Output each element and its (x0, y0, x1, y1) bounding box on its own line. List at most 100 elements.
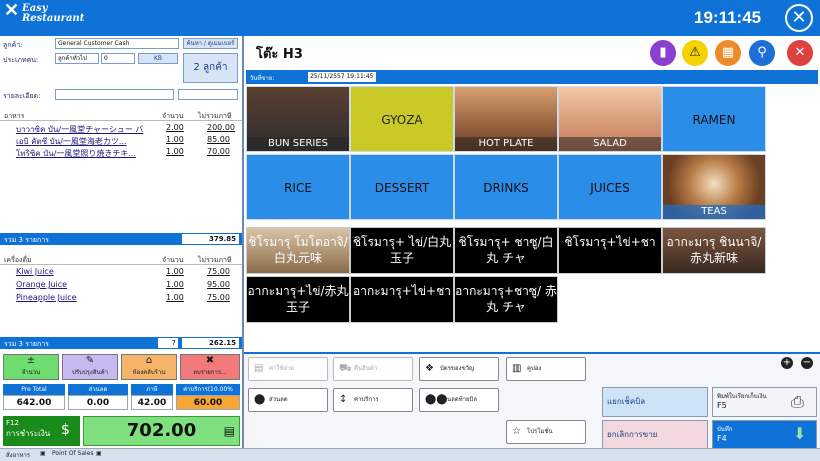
drink-item-qty: 1.00 (166, 293, 184, 302)
delete-item-button[interactable]: ✖ ลบรายการ... (180, 354, 240, 380)
plus-icon[interactable]: + (781, 357, 793, 369)
food-row[interactable]: บาวาซิค บัน/一風堂チャーシュー バ 2.00 200.00 (0, 123, 242, 134)
money-bag-icon: $ (61, 422, 70, 438)
tax-value: 42.00 (131, 395, 173, 410)
drink-row[interactable]: Orange Juice 1.00 95.00 (0, 280, 242, 291)
coupon-icon: ▥ (512, 363, 522, 374)
category-bun-series[interactable]: BUN SERIES (246, 86, 350, 152)
payment-button[interactable]: F12 การชำระเงิน $ (3, 416, 80, 446)
chart-icon[interactable]: ▮ (650, 40, 676, 66)
star-icon: ☆ (512, 426, 521, 437)
category-teas[interactable]: TEAS (662, 154, 766, 220)
gift-card-label: บัตรของขวัญ (440, 365, 475, 372)
food-summary-total: 379.85 (182, 234, 239, 244)
kb-button[interactable]: KB (138, 53, 178, 64)
status-order-tab[interactable]: สั่งอาหาร (6, 450, 30, 460)
search-icon[interactable]: ⚲ (749, 40, 775, 66)
customer-type-select[interactable]: ลูกค้าทั่วไป (55, 53, 99, 64)
food-item-price: 200.00 (207, 123, 235, 132)
detail-field[interactable] (55, 89, 174, 100)
food-summary-label: รวม 3 รายการ (4, 236, 49, 244)
bill-discount-button[interactable]: ⬤⬤ ส่วนลดท้ายบิล (419, 388, 499, 412)
tax-box: ภาษี 42.00 (131, 384, 173, 412)
double-tag-icon: ⬤⬤ (425, 394, 448, 405)
close-icon[interactable]: ✕ (785, 4, 813, 32)
dish-button[interactable]: ชิโรมารุ+ ไข่/白丸玉子 (350, 227, 454, 274)
drinks-summary-count: 7 (158, 338, 178, 348)
dish-button[interactable]: ชิโรมารุ+ ชาซู/白 丸 チャ (454, 227, 558, 274)
food-header-name: อาหาร (4, 112, 25, 120)
customer-count-field[interactable]: 0 (101, 53, 135, 64)
cart-icon: ⛟ (339, 363, 352, 374)
food-row[interactable]: โทริซิค บัน/一風堂照り焼きチキ... 1.00 70.00 (0, 147, 242, 158)
gift-card-button[interactable]: ❖ บัตรของขวัญ (419, 357, 499, 381)
detail-label: รายละเอียด: (3, 92, 41, 100)
category-salad[interactable]: SALAD (558, 86, 662, 152)
split-bill-button[interactable]: แยกเช็คบิล (602, 387, 708, 417)
dish-button[interactable]: อากะมารุ+ไข่/赤丸玉子 (246, 276, 350, 323)
dish-button[interactable]: อากะมารุ+ชาซู/ 赤 丸 チャ (454, 276, 558, 323)
print-bill-button[interactable]: พิมพ์ใบเรียกเก็บเงิน F5 ⎙ (712, 387, 817, 417)
dish-button[interactable]: ชิโรมารุ+ไข่+ชา (558, 227, 662, 274)
dish-button[interactable]: ชิโรมารุ โมโตอาจิ/白丸元味 (246, 227, 350, 274)
dish-button[interactable]: อากะมารุ+ไข่+ชา (350, 276, 454, 323)
customer-type-label: ประเภทคน: (3, 56, 39, 64)
plus-minus-icon: ± (26, 355, 36, 366)
drink-item-price: 75.00 (207, 267, 230, 276)
category-ramen[interactable]: RAMEN (662, 86, 766, 152)
service-value: 60.00 (176, 395, 240, 410)
receipt-icon: ▤ (254, 363, 264, 374)
drink-row[interactable]: Pineapple Juice 1.00 75.00 (0, 293, 242, 304)
drinks-header-price: ไม่รวมภาษี (198, 256, 232, 264)
member-search-button[interactable]: ค้นหา / ดูเมมเบอร์ (183, 38, 238, 49)
title-bar: ✕ Easy Restaurant 19:11:45 ✕ (0, 0, 820, 36)
menu-panel: โต๊ะ H3 ▮ ⚠ ▦ ⚲ ✕ วันที่ขาย: 25/11/2557 … (244, 36, 820, 352)
food-item-price: 70.00 (207, 147, 230, 156)
guests-button[interactable]: 2 ลูกค้า (183, 53, 238, 83)
calendar-icon[interactable]: ▦ (715, 40, 741, 66)
discount-button[interactable]: ⬤ ส่วนลด (248, 388, 328, 412)
cash-icon: ▤ (223, 424, 235, 438)
category-label: RICE (284, 181, 312, 195)
fork-knife-icon: ✕ (4, 0, 20, 21)
save-button[interactable]: บันทึก F4 ⬇ (712, 420, 817, 450)
minus-icon[interactable]: − (801, 357, 813, 369)
qty-button[interactable]: ± จำนวน (3, 354, 59, 380)
expense-button[interactable]: ▤ ค่าใช้จ่าย (248, 357, 328, 381)
detail-extra-field[interactable] (178, 89, 238, 100)
drink-item-price: 95.00 (207, 280, 230, 289)
service-charge-label: ค่าบริการ (354, 396, 379, 403)
category-dessert[interactable]: DESSERT (350, 154, 454, 220)
coupon-button[interactable]: ▥ คูปอง (506, 357, 586, 381)
function-panel: + − ▤ ค่าใช้จ่าย ⛟ คืนสินค้า ❖ บัตรของขวัญ … (244, 352, 820, 450)
drinks-header-qty: จำนวน (162, 256, 184, 264)
food-item-price: 85.00 (207, 135, 230, 144)
category-drinks[interactable]: DRINKS (454, 154, 558, 220)
category-label: RAMEN (692, 113, 736, 127)
category-label: SALAD (559, 137, 661, 151)
room-button-label: ห้องคลับร้าน (132, 369, 166, 376)
logo-line2: Restaurant (22, 13, 85, 24)
close-table-icon[interactable]: ✕ (787, 40, 813, 66)
category-rice[interactable]: RICE (246, 154, 350, 220)
update-item-label: ปรับปรุงสินค้า (72, 369, 108, 376)
dish-button[interactable]: อากะมารุ ชินนาจิ/赤丸新味 (662, 227, 766, 274)
food-row[interactable]: เอบิ คัตซึ บัน/一風堂海老カツ... 1.00 85.00 (0, 135, 242, 146)
room-button[interactable]: ⌂ ห้องคลับร้าน (121, 354, 177, 380)
drink-row[interactable]: Kiwi Juice 1.00 75.00 (0, 267, 242, 278)
house-icon: ⌂ (145, 355, 153, 366)
category-hot-plate[interactable]: HOT PLATE (454, 86, 558, 152)
food-item-qty: 1.00 (166, 135, 184, 144)
promotion-button[interactable]: ☆ โปรโมชั่น (506, 420, 586, 444)
update-item-button[interactable]: ✎ ปรับปรุงสินค้า (62, 354, 118, 380)
drink-item-name: Kiwi Juice (16, 267, 54, 276)
customer-field[interactable]: General Customer Cash (55, 38, 179, 49)
status-pos-tab[interactable]: Point Of Sales (52, 450, 94, 457)
pre-total-label: Pre Total (3, 384, 65, 395)
warning-icon[interactable]: ⚠ (682, 40, 708, 66)
category-gyoza[interactable]: GYOZA (350, 86, 454, 152)
cancel-sale-button[interactable]: ยกเลิกการขาย (602, 420, 708, 450)
return-button[interactable]: ⛟ คืนสินค้า (333, 357, 413, 381)
service-charge-button[interactable]: ↕ ค่าบริการ (333, 388, 413, 412)
category-juices[interactable]: JUICES (558, 154, 662, 220)
